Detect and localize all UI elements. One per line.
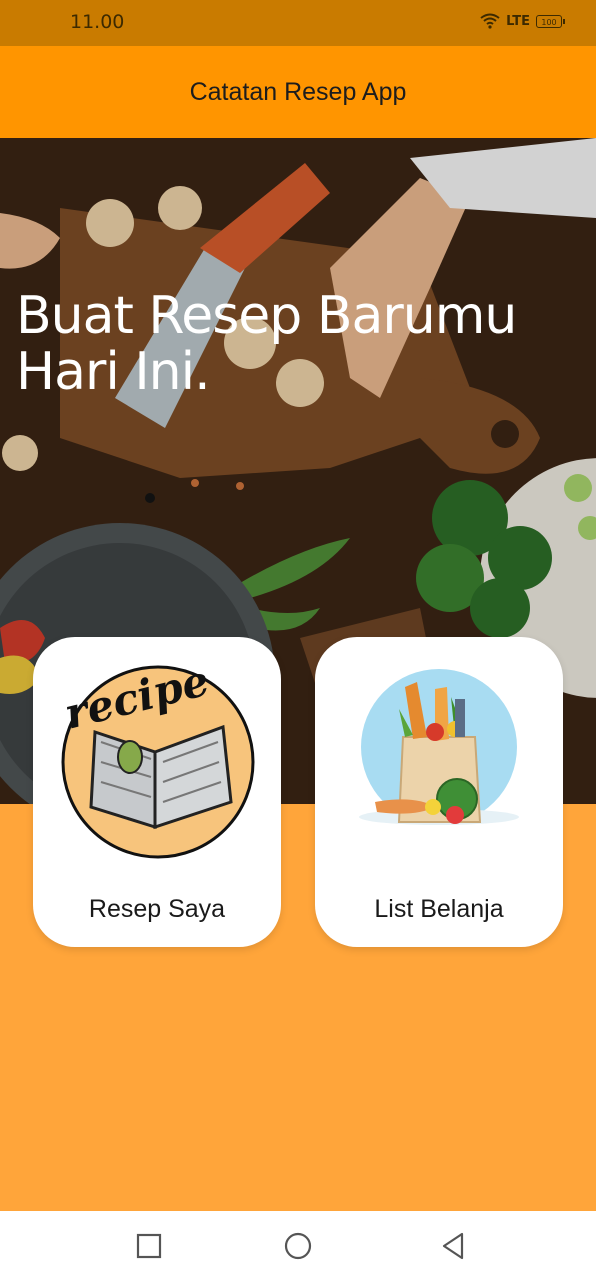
recent-apps-icon[interactable] (132, 1229, 166, 1263)
app-title: Catatan Resep App (189, 77, 407, 106)
grocery-bag-icon (359, 669, 519, 825)
recipe-card-label: Resep Saya (88, 895, 226, 923)
status-time: 11.00 (70, 11, 125, 33)
recipe-card[interactable]: recipe Resep Saya (33, 637, 281, 947)
shopping-list-card-label: List Belanja (374, 895, 504, 923)
network-label: LTE (506, 13, 530, 29)
status-icons: LTE 100 (480, 13, 565, 29)
recipe-book-icon: recipe (60, 656, 255, 859)
back-icon[interactable] (436, 1229, 470, 1263)
hero-headline: Buat Resep Barumu Hari Ini. (16, 286, 517, 402)
wifi-icon (480, 13, 500, 29)
status-bar: 11.00 LTE 100 (0, 0, 596, 46)
shopping-list-card[interactable]: List Belanja (315, 637, 563, 947)
home-icon[interactable] (281, 1229, 315, 1263)
battery-icon: 100 (536, 14, 565, 28)
system-nav-bar (0, 1211, 596, 1280)
app-bar: Catatan Resep App (0, 46, 596, 138)
